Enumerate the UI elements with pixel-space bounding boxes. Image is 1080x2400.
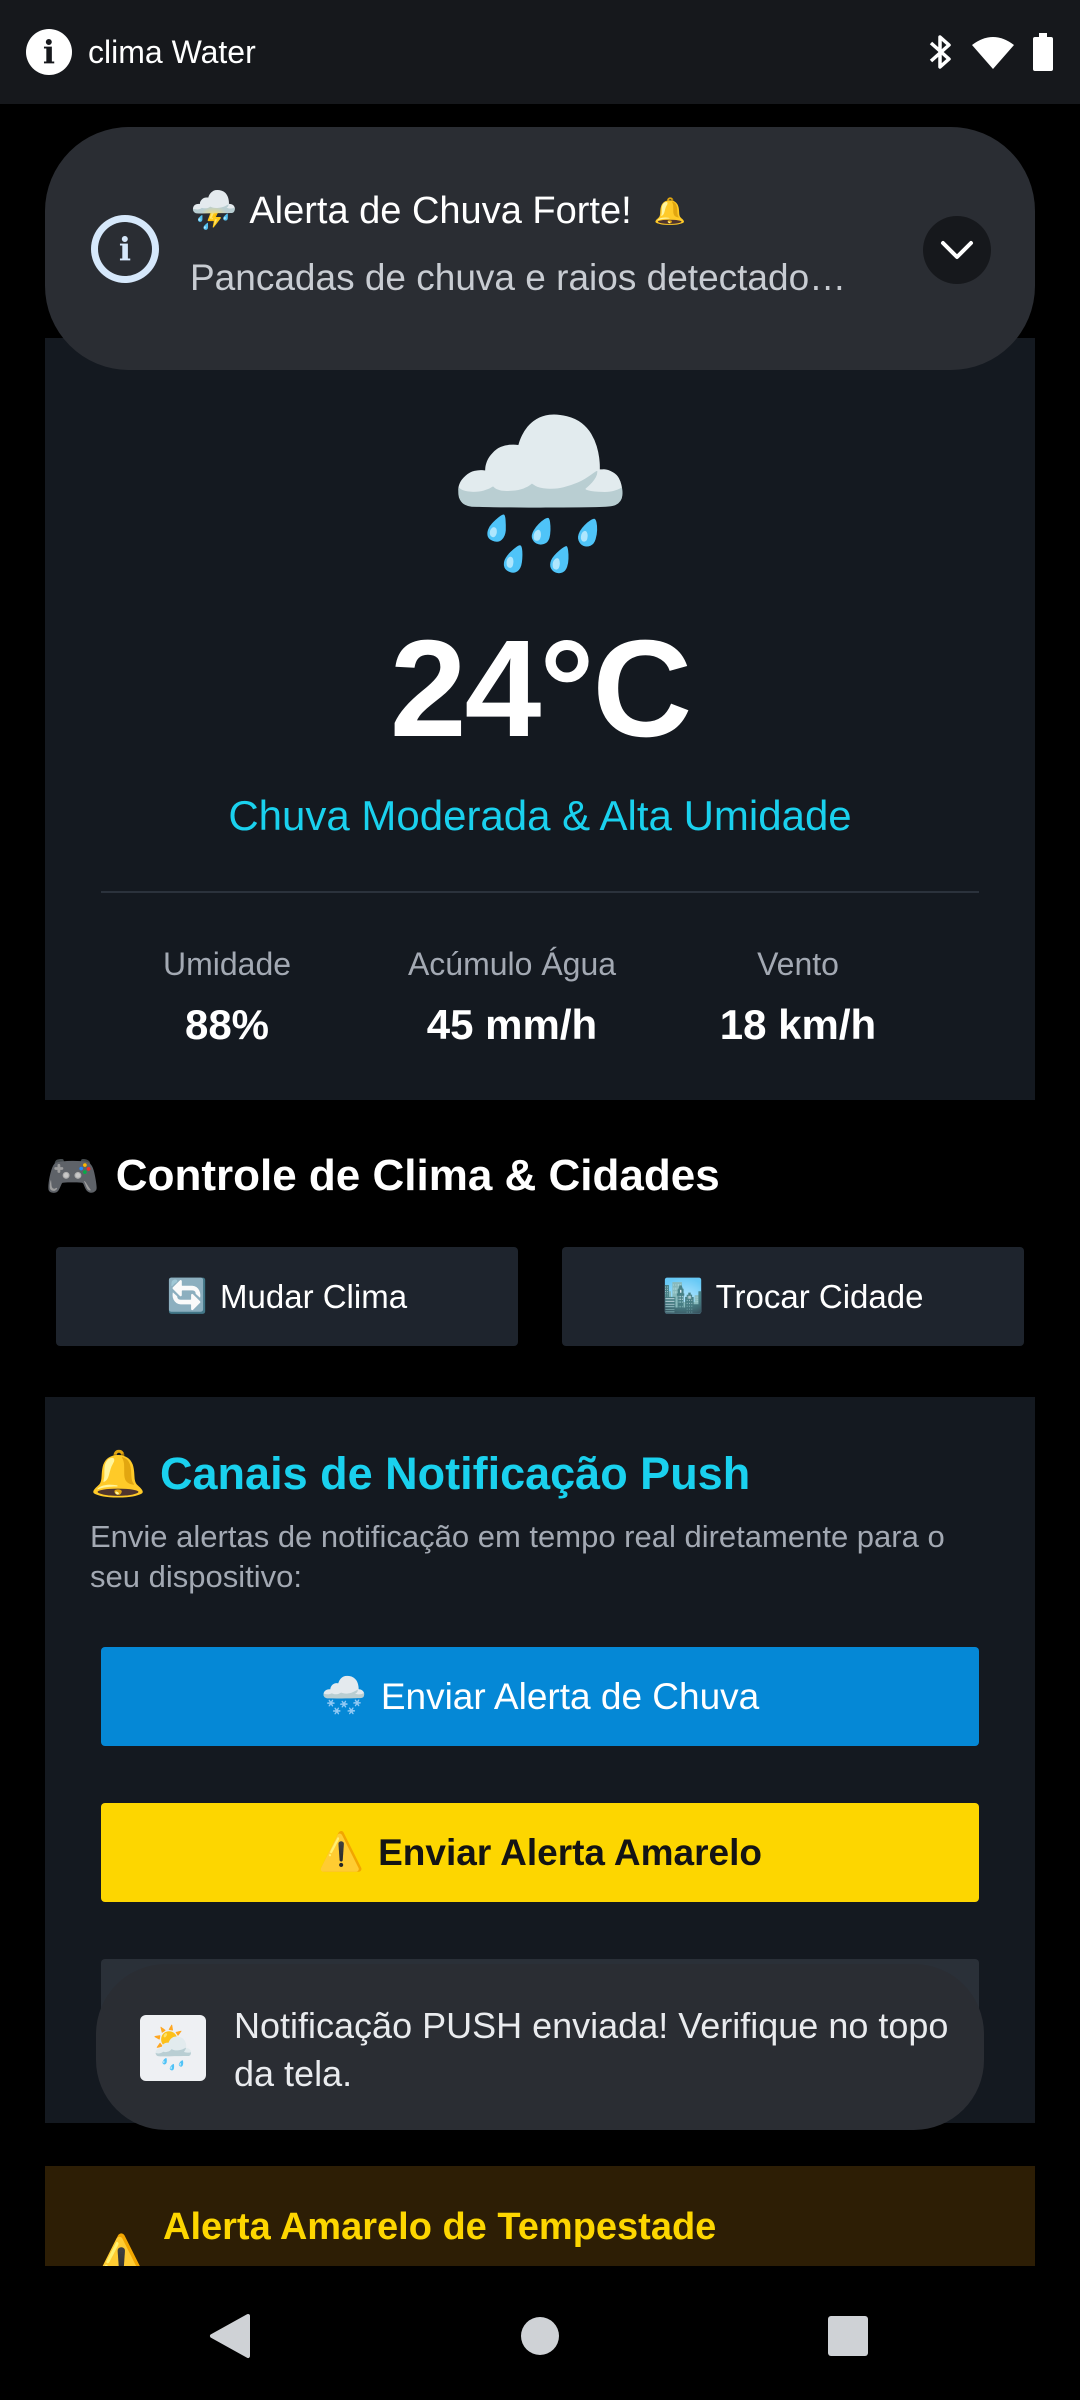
stat-label: Acúmulo Água	[407, 946, 617, 982]
battery-icon	[1032, 33, 1054, 71]
back-icon[interactable]	[200, 2306, 260, 2366]
snow-cloud-icon: 🌨️	[320, 1675, 367, 1716]
stat-wind: Vento 18 km/h	[668, 946, 928, 1049]
divider	[101, 891, 979, 893]
stat-label: Vento	[757, 946, 839, 982]
city-icon: 🏙️	[662, 1277, 704, 1314]
stat-water-accumulation: Acúmulo Água 45 mm/h	[382, 946, 642, 1049]
controls-title-text: Controle de Clima & Cidades	[115, 1151, 720, 1200]
stat-value: 45 mm/h	[426, 1001, 598, 1048]
toast-text: Notificação PUSH enviada! Verifique no t…	[234, 2005, 949, 2094]
notification-title: ⛈️ Alerta de Chuva Forte! 🔔	[190, 189, 686, 233]
change-city-button[interactable]: 🏙️ Trocar Cidade	[562, 1247, 1024, 1346]
notification-title-text: Alerta de Chuva Forte!	[249, 189, 632, 232]
bell-icon: 🔔	[90, 1448, 147, 1499]
info-icon: i	[26, 29, 72, 75]
temperature: 24°C	[389, 612, 692, 766]
status-bar: i clima Water	[0, 0, 1080, 104]
send-rain-alert-button[interactable]: 🌨️ Enviar Alerta de Chuva	[101, 1647, 979, 1746]
bluetooth-icon	[928, 34, 954, 70]
sun-rain-icon: 🌦️	[140, 2015, 206, 2081]
chevron-down-icon[interactable]	[923, 216, 991, 284]
storm-alert-card: ⚠️ Alerta Amarelo de Tempestade	[45, 2166, 1035, 2266]
push-title: 🔔 Canais de Notificação Push	[90, 1447, 750, 1500]
stat-value: 18 km/h	[719, 1001, 877, 1048]
toast-message: 🌦️ Notificação PUSH enviada! Verifique n…	[96, 1964, 984, 2130]
send-yellow-alert-label: Enviar Alerta Amarelo	[378, 1831, 762, 1873]
app-title: clima Water	[88, 33, 256, 70]
notification-text: Pancadas de chuva e raios detectado…	[190, 257, 847, 298]
recents-icon[interactable]	[818, 2306, 878, 2366]
warning-icon: ⚠️	[318, 1831, 365, 1872]
heads-up-notification[interactable]: i ⛈️ Alerta de Chuva Forte! 🔔 Pancadas d…	[45, 127, 1035, 370]
bell-icon: 🔔	[653, 195, 687, 226]
storm-icon: ⛈️	[190, 190, 238, 232]
send-yellow-alert-button[interactable]: ⚠️ Enviar Alerta Amarelo	[101, 1803, 979, 1902]
send-rain-alert-label: Enviar Alerta de Chuva	[380, 1675, 760, 1717]
stat-value: 88%	[184, 1001, 270, 1048]
weather-card: 🌧️ 24°C Chuva Moderada & Alta Umidade Um…	[45, 338, 1035, 1100]
refresh-icon: 🔄	[166, 1277, 209, 1314]
wifi-icon	[972, 35, 1014, 69]
push-description: Envie alertas de notificação em tempo re…	[90, 1519, 945, 1594]
navigation-bar	[0, 2266, 1080, 2400]
weather-condition: Chuva Moderada & Alta Umidade	[228, 792, 852, 839]
stat-label: Umidade	[162, 946, 292, 982]
home-icon[interactable]	[510, 2306, 570, 2366]
warning-icon: ⚠️	[90, 2233, 153, 2266]
change-weather-button[interactable]: 🔄 Mudar Clima	[56, 1247, 518, 1346]
storm-alert-title: Alerta Amarelo de Tempestade	[163, 2206, 717, 2248]
info-icon: i	[91, 215, 159, 283]
controls-title: 🎮 Controle de Clima & Cidades	[45, 1150, 720, 1202]
gamepad-icon: 🎮	[45, 1152, 100, 1201]
change-city-label: Trocar Cidade	[715, 1277, 924, 1315]
change-weather-label: Mudar Clima	[220, 1277, 408, 1315]
push-title-text: Canais de Notificação Push	[160, 1447, 751, 1499]
rain-cloud-icon: 🌧️	[446, 409, 634, 577]
stat-humidity: Umidade 88%	[97, 946, 357, 1049]
